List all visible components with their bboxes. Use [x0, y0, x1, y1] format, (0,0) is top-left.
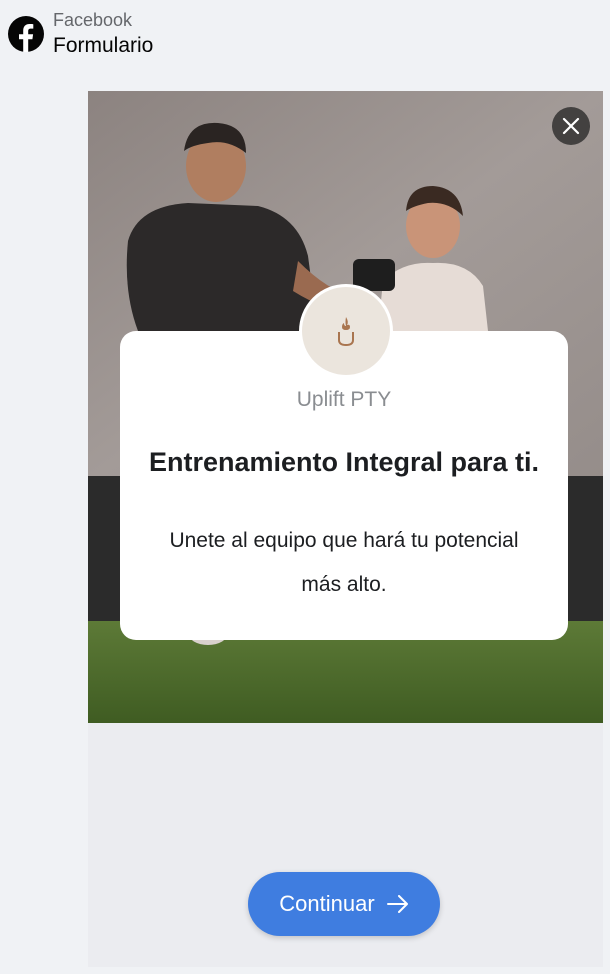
app-name: Facebook [53, 10, 133, 30]
uplift-flame-logo-icon [338, 317, 354, 347]
page-title: Formulario [53, 34, 154, 57]
intro-card: Uplift PTY Entrenamiento Integral para t… [120, 284, 568, 640]
continue-button[interactable]: Continuar [248, 872, 440, 936]
lead-form-panel: Uplift PTY Entrenamiento Integral para t… [88, 91, 603, 967]
card-headline: Entrenamiento Integral para ti. [148, 447, 540, 477]
brand-logo [299, 284, 393, 378]
close-button[interactable] [552, 107, 590, 145]
close-icon [562, 117, 580, 135]
facebook-logo-icon [8, 16, 44, 52]
form-header: Facebook Formulario [0, 0, 610, 80]
brand-name: Uplift PTY [296, 388, 392, 411]
continue-label: Continuar [279, 891, 375, 916]
arrow-right-icon [386, 895, 408, 913]
card-description: Unete al equipo que hará tu potencial má… [169, 529, 519, 596]
